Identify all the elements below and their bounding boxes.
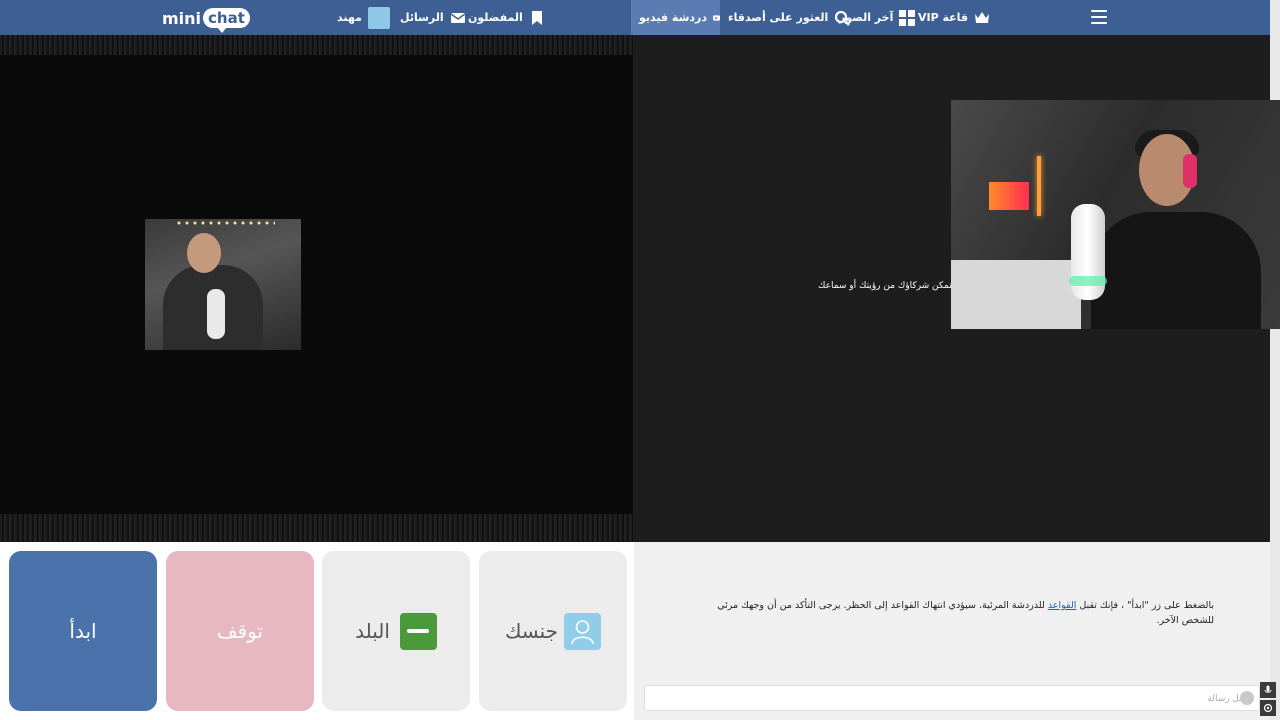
nav-vip-hall-label: قاعة VIP (918, 11, 969, 24)
bookmark-icon (531, 10, 542, 25)
nav-vip-hall[interactable]: قاعة VIP (918, 0, 990, 35)
partner-video-area: ن يتمكن شركاؤك من رؤيتك أو سماعك (633, 35, 1280, 542)
nav-latest-photos[interactable]: آخر الصور (839, 0, 916, 35)
country-selector[interactable]: البلد (322, 551, 470, 711)
nav-favorites-label: المفضلون (468, 11, 523, 24)
nav-find-friends[interactable]: العثور على أصدقاء (728, 0, 851, 35)
stop-button[interactable]: توقف (166, 551, 314, 711)
nav-messages[interactable]: الرسائل (400, 0, 466, 35)
self-camera-preview (145, 219, 301, 350)
rules-link[interactable]: القواعد (1048, 600, 1077, 611)
emoji-icon[interactable] (1240, 691, 1254, 705)
minichat-logo[interactable]: mini chat (162, 4, 250, 33)
gender-icon (564, 612, 602, 650)
microphone-icon[interactable] (1260, 682, 1276, 698)
menu-icon[interactable] (1091, 10, 1107, 24)
nav-latest-photos-label: آخر الصور (839, 11, 894, 24)
envelope-icon (450, 12, 466, 23)
chat-controls: ابدأ توقف البلد جنسك (0, 542, 634, 720)
user-icon (367, 6, 390, 29)
rules-text-before: بالضغط على زر "ابدأ" ، فإنك تقبل (1076, 600, 1214, 611)
nav-video-chat-label: دردشة فيديو (639, 11, 708, 24)
gender-selector[interactable]: جنسك (479, 551, 627, 711)
partner-visibility-notice: ن يتمكن شركاؤك من رؤيتك أو سماعك (818, 281, 964, 291)
gender-selector-label: جنسك (504, 619, 559, 643)
nav-video-chat[interactable]: دردشة فيديو (631, 0, 720, 35)
start-button-label: ابدأ (69, 619, 97, 643)
crown-icon (975, 11, 990, 23)
message-input[interactable] (644, 685, 1260, 711)
chat-panel: بالضغط على زر "ابدأ" ، فإنك تقبل القواعد… (634, 542, 1270, 720)
settings-icon[interactable] (1260, 700, 1276, 716)
top-navigation-bar: mini chat مهند الرسائل المفضلون دردشة في… (0, 0, 1270, 35)
video-icon (713, 14, 720, 21)
saudi-flag-icon (399, 612, 437, 650)
video-noise-top (0, 35, 633, 55)
logo-mini-text: mini (162, 8, 202, 28)
start-button[interactable]: ابدأ (9, 551, 157, 711)
nav-user-label: مهند (337, 11, 362, 24)
logo-chat-bubble: chat (203, 8, 250, 33)
nav-user-profile[interactable]: مهند (337, 0, 390, 35)
local-video-area (0, 35, 633, 542)
partner-camera-feed (951, 100, 1280, 329)
nav-messages-label: الرسائل (400, 11, 444, 24)
nav-favorites[interactable]: المفضلون (468, 0, 545, 35)
rules-notice: بالضغط على زر "ابدأ" ، فإنك تقبل القواعد… (694, 598, 1214, 628)
stop-button-label: توقف (216, 619, 264, 643)
grid-icon (899, 9, 916, 26)
country-selector-label: البلد (355, 619, 390, 643)
nav-find-friends-label: العثور على أصدقاء (728, 11, 829, 24)
video-noise-bottom (0, 514, 633, 542)
